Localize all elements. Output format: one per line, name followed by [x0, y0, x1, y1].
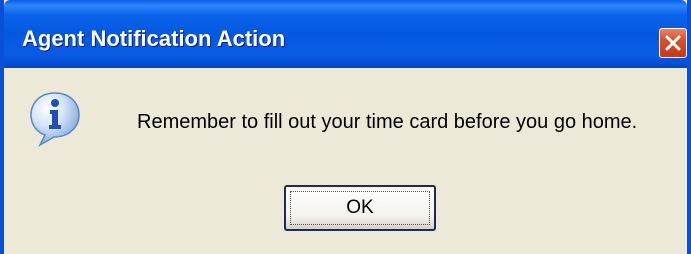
info-icon: [30, 92, 80, 147]
ok-button-label: OK: [346, 197, 374, 218]
notification-message: Remember to fill out your time card befo…: [137, 111, 638, 133]
ok-button[interactable]: OK: [284, 185, 436, 231]
close-button[interactable]: [659, 28, 687, 58]
notification-dialog: Agent Notification Action Remember to fi…: [0, 0, 691, 254]
title-bar[interactable]: Agent Notification Action: [4, 0, 687, 68]
close-icon: [665, 35, 681, 51]
dialog-title: Agent Notification Action: [22, 26, 286, 51]
